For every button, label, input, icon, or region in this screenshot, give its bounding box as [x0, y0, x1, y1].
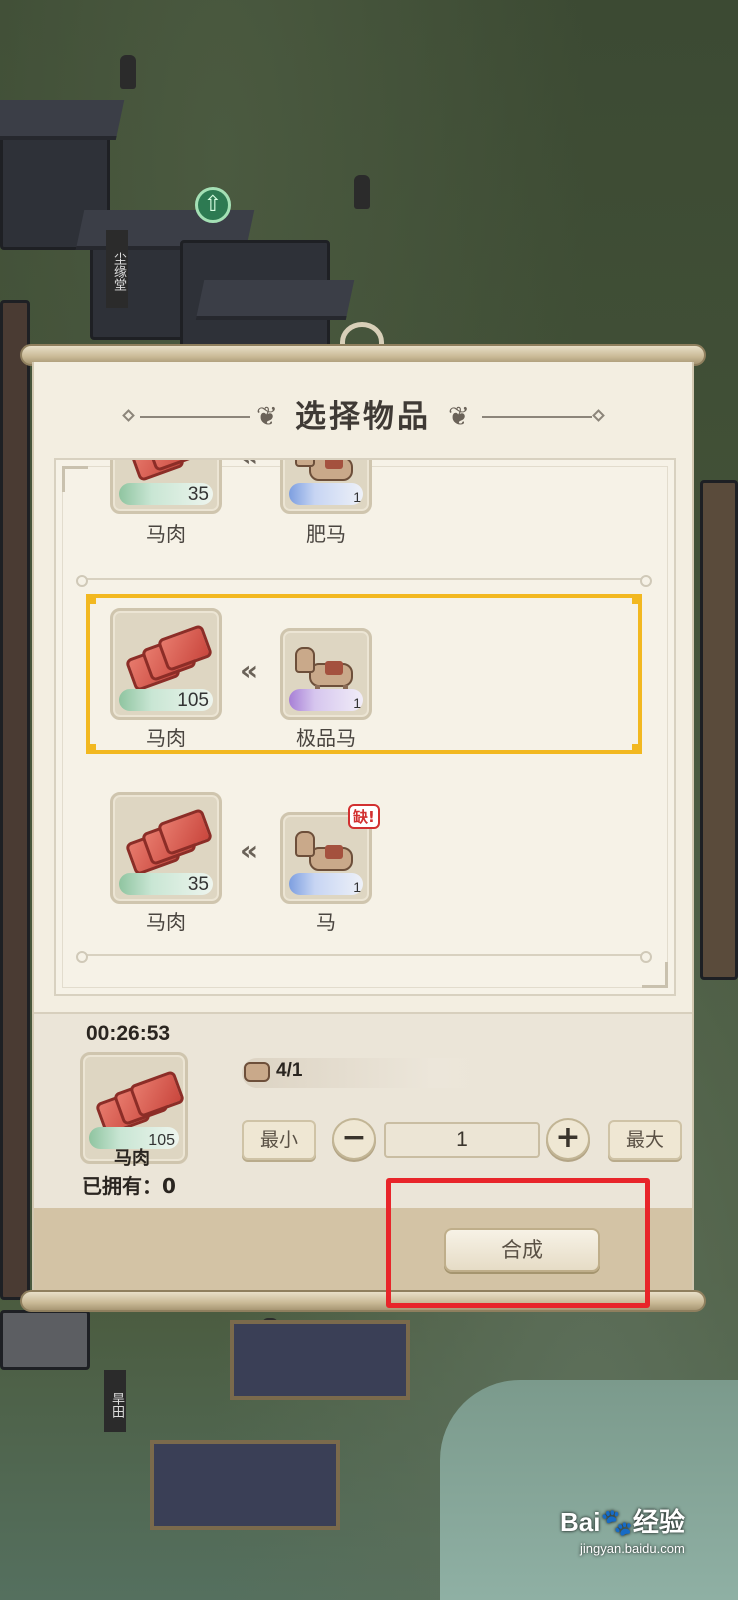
count-bar: [289, 689, 363, 711]
max-button[interactable]: 最大: [608, 1120, 682, 1160]
selection-corner: [86, 594, 96, 604]
frame-corner: [62, 466, 88, 492]
watermark-url: jingyan.baidu.com: [580, 1541, 685, 1556]
select-item-dialog: ❦ 选择物品 ❦ 35 « 1 马肉 肥马: [32, 362, 694, 1292]
recipe-list[interactable]: 35 « 1 马肉 肥马 105 «: [54, 458, 676, 996]
building-wall: [700, 480, 738, 980]
convert-arrow-icon: «: [240, 460, 258, 473]
dialog-title: 选择物品: [295, 399, 431, 435]
title-ornament-left: [122, 409, 135, 422]
min-button[interactable]: 最小: [242, 1120, 316, 1160]
dialog-header: ❦ 选择物品 ❦: [34, 392, 692, 442]
title-line-right: [482, 416, 592, 418]
horse-meat-icon: [124, 807, 214, 877]
owned-count: 已拥有：0: [82, 1174, 176, 1198]
product-count: 1: [353, 489, 361, 505]
convert-arrow-icon: «: [240, 654, 259, 687]
product-count: 1: [353, 695, 361, 711]
field-sign: 旱田: [104, 1370, 126, 1432]
count-bar: [289, 873, 363, 895]
quantity-field[interactable]: 1: [384, 1122, 540, 1158]
title-line-left: [140, 416, 250, 418]
selected-ingredient-count: 105: [148, 1132, 175, 1149]
product-name: 肥马: [306, 522, 346, 546]
upgrade-arrow-icon[interactable]: ⇧: [195, 187, 231, 223]
title-ornament-right: [592, 409, 605, 422]
selection-corner: [86, 744, 96, 754]
product-slot[interactable]: 1: [280, 628, 372, 720]
missing-badge: 缺!: [348, 804, 380, 829]
shop-sign: 尘缘堂: [106, 230, 128, 308]
river: [440, 1380, 738, 1600]
recipe-row[interactable]: 35 « 1 缺! 马肉 马: [86, 782, 642, 942]
ingredient-name: 马肉: [146, 522, 186, 546]
selected-ingredient-name: 马肉: [114, 1148, 150, 1169]
frame-corner: [642, 962, 668, 988]
ingredient-count: 105: [177, 690, 209, 711]
product-slot[interactable]: 1: [280, 460, 372, 514]
farm-field[interactable]: [150, 1440, 340, 1530]
horse-meat-icon: [94, 1069, 186, 1137]
villager[interactable]: [354, 175, 370, 209]
villager[interactable]: [120, 55, 136, 89]
ingredient-name: 马肉: [146, 910, 186, 934]
building-wall: [0, 300, 30, 1300]
recipe-row-selected[interactable]: 105 « 1 马肉 极品马: [86, 594, 642, 754]
baidu-watermark: Bai🐾经验 jingyan.baidu.com: [560, 1502, 685, 1556]
craft-timer: 00:26:53: [86, 1022, 171, 1045]
product-name: 极品马: [296, 726, 356, 750]
decrease-button[interactable]: −: [332, 1118, 376, 1160]
highlight-annotation: [386, 1178, 650, 1308]
ingredient-count: 35: [187, 484, 209, 505]
requirement-bar: 4/1: [242, 1058, 482, 1088]
title-swirl-left-icon: ❦: [256, 402, 278, 432]
ingredient-count: 35: [187, 874, 209, 895]
requirement-count: 4/1: [276, 1060, 303, 1081]
row-divider: [76, 951, 652, 963]
product-count: 1: [353, 879, 361, 895]
ingredient-name: 马肉: [146, 726, 186, 750]
convert-arrow-icon: «: [240, 834, 259, 867]
watermark-brand: Bai🐾经验: [560, 1507, 685, 1537]
product-name: 马: [316, 910, 336, 934]
horse-mini-icon: [244, 1062, 270, 1082]
row-divider: [76, 575, 652, 587]
cart: [0, 1310, 90, 1370]
selection-corner: [632, 744, 642, 754]
ingredient-slot[interactable]: 105: [110, 608, 222, 720]
selection-corner: [632, 594, 642, 604]
building-roof: [195, 280, 355, 320]
recipe-row[interactable]: 35 « 1 马肉 肥马: [86, 460, 642, 562]
count-bar: [289, 483, 363, 505]
title-swirl-right-icon: ❦: [448, 402, 470, 432]
increase-button[interactable]: +: [546, 1118, 590, 1160]
building-roof: [0, 100, 125, 140]
ingredient-slot[interactable]: 35: [110, 460, 222, 514]
farm-field[interactable]: [230, 1320, 410, 1400]
ingredient-slot[interactable]: 35: [110, 792, 222, 904]
horse-meat-icon: [124, 623, 214, 693]
horse-meat-icon: [127, 460, 211, 483]
